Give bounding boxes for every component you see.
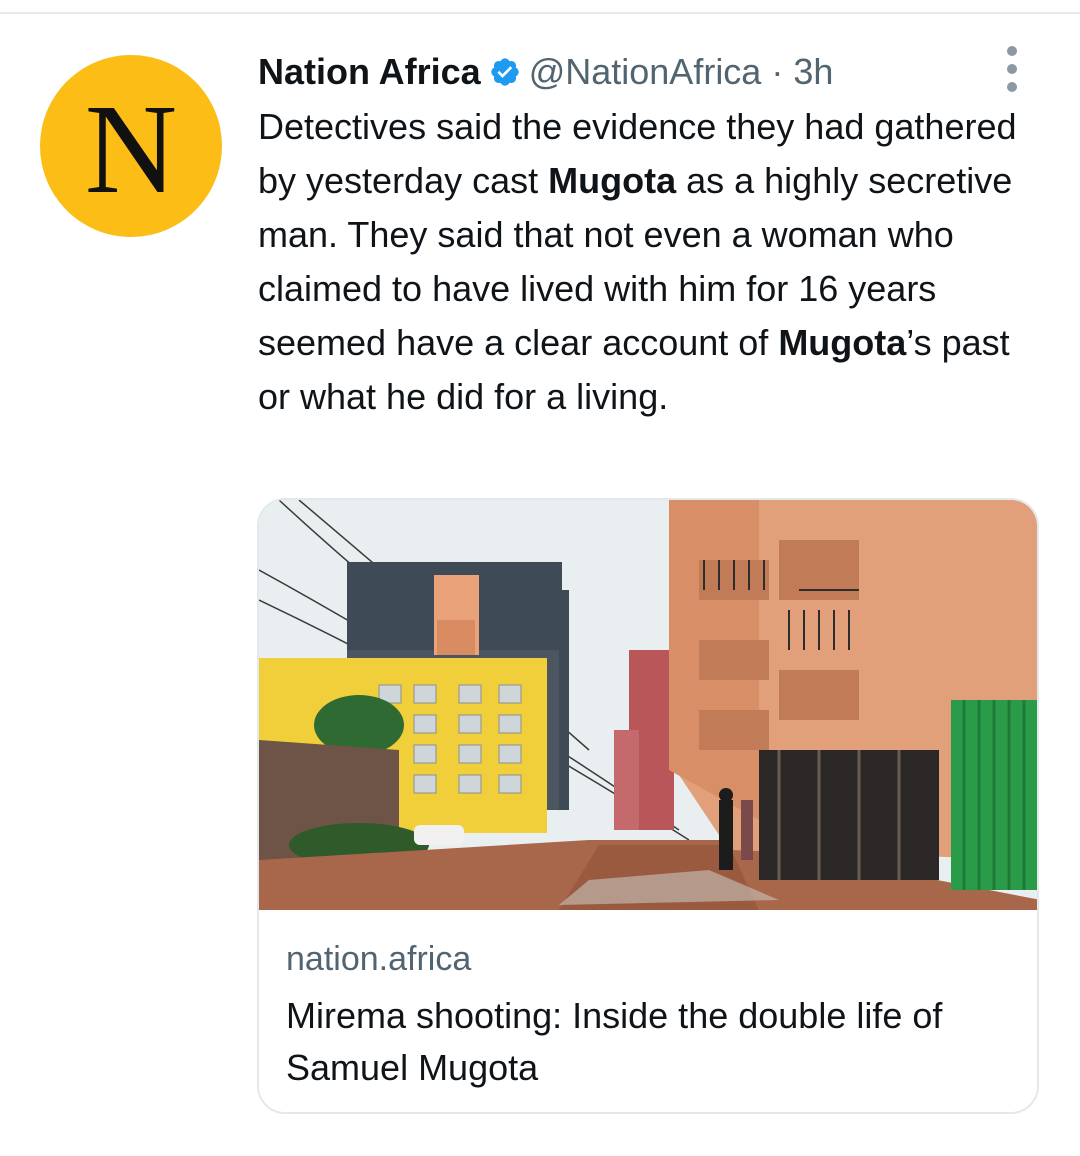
street-scene-image[interactable] [259, 500, 1039, 910]
verified-badge-icon [491, 58, 519, 86]
tweet-text: Detectives said the evidence they had ga… [258, 100, 1048, 424]
tweet-timestamp[interactable]: 3h [793, 51, 833, 93]
top-divider [0, 12, 1080, 14]
card-title[interactable]: Mirema shooting: Inside the double life … [286, 990, 1006, 1094]
link-preview-card[interactable]: nation.africa Mirema shooting: Inside th… [257, 498, 1039, 1114]
mention-mugota: Mugota [778, 322, 907, 363]
more-options-icon[interactable] [1000, 46, 1024, 92]
card-domain[interactable]: nation.africa [286, 940, 471, 979]
author-handle[interactable]: @NationAfrica [529, 51, 762, 93]
avatar-letter: N [84, 78, 178, 220]
author-name[interactable]: Nation Africa [258, 51, 481, 93]
tweet-header: Nation Africa @NationAfrica · 3h [258, 50, 833, 94]
mention-mugota: Mugota [548, 160, 677, 201]
separator-dot: · [771, 51, 784, 92]
avatar[interactable]: N [40, 55, 222, 237]
